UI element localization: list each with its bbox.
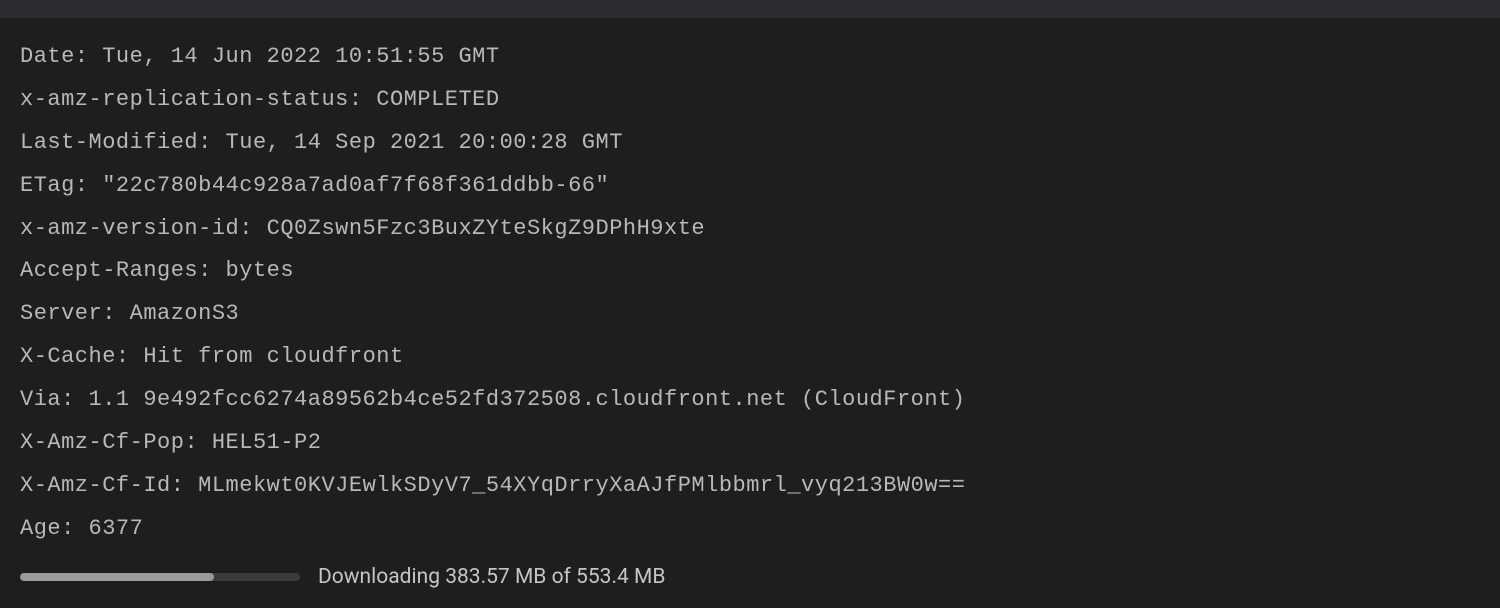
header-line: Date: Tue, 14 Jun 2022 10:51:55 GMT bbox=[20, 36, 1480, 79]
header-value: 6377 bbox=[89, 516, 144, 541]
window-titlebar bbox=[0, 0, 1500, 18]
header-value: bytes bbox=[226, 258, 295, 283]
header-value: "22c780b44c928a7ad0af7f68f361ddbb-66" bbox=[102, 173, 609, 198]
header-line: X-Amz-Cf-Id: MLmekwt0KVJEwlkSDyV7_54XYqD… bbox=[20, 465, 1480, 508]
header-value: Hit from cloudfront bbox=[143, 344, 403, 369]
header-key: Age bbox=[20, 516, 61, 541]
header-value: 1.1 9e492fcc6274a89562b4ce52fd372508.clo… bbox=[89, 387, 966, 412]
header-key: Last-Modified bbox=[20, 130, 198, 155]
header-value: HEL51-P2 bbox=[212, 430, 322, 455]
header-value: Tue, 14 Sep 2021 20:00:28 GMT bbox=[226, 130, 623, 155]
header-key: Via bbox=[20, 387, 61, 412]
header-value: COMPLETED bbox=[376, 87, 499, 112]
download-progress-row: Downloading 383.57 MB of 553.4 MB bbox=[20, 557, 1480, 598]
header-line: Server: AmazonS3 bbox=[20, 293, 1480, 336]
header-key: x-amz-version-id bbox=[20, 216, 239, 241]
header-line: x-amz-version-id: CQ0Zswn5Fzc3BuxZYteSkg… bbox=[20, 208, 1480, 251]
header-key: ETag bbox=[20, 173, 75, 198]
header-key: x-amz-replication-status bbox=[20, 87, 349, 112]
header-key: X-Cache bbox=[20, 344, 116, 369]
header-key: X-Amz-Cf-Pop bbox=[20, 430, 184, 455]
header-key: Date bbox=[20, 44, 75, 69]
header-value: CQ0Zswn5Fzc3BuxZYteSkgZ9DPhH9xte bbox=[267, 216, 705, 241]
progress-bar-fill bbox=[20, 573, 214, 581]
header-line: Via: 1.1 9e492fcc6274a89562b4ce52fd37250… bbox=[20, 379, 1480, 422]
header-value: AmazonS3 bbox=[130, 301, 240, 326]
header-key: X-Amz-Cf-Id bbox=[20, 473, 171, 498]
header-key: Accept-Ranges bbox=[20, 258, 198, 283]
header-key: Server bbox=[20, 301, 102, 326]
terminal-output: Date: Tue, 14 Jun 2022 10:51:55 GMTx-amz… bbox=[0, 18, 1500, 608]
header-line: ETag: "22c780b44c928a7ad0af7f68f361ddbb-… bbox=[20, 165, 1480, 208]
header-line: Last-Modified: Tue, 14 Sep 2021 20:00:28… bbox=[20, 122, 1480, 165]
header-value: Tue, 14 Jun 2022 10:51:55 GMT bbox=[102, 44, 499, 69]
header-value: MLmekwt0KVJEwlkSDyV7_54XYqDrryXaAJfPMlbb… bbox=[198, 473, 965, 498]
header-line: Accept-Ranges: bytes bbox=[20, 250, 1480, 293]
header-line: X-Amz-Cf-Pop: HEL51-P2 bbox=[20, 422, 1480, 465]
header-line: Age: 6377 bbox=[20, 508, 1480, 551]
progress-bar bbox=[20, 573, 300, 581]
header-line: X-Cache: Hit from cloudfront bbox=[20, 336, 1480, 379]
progress-text: Downloading 383.57 MB of 553.4 MB bbox=[318, 557, 665, 598]
header-line: x-amz-replication-status: COMPLETED bbox=[20, 79, 1480, 122]
http-headers: Date: Tue, 14 Jun 2022 10:51:55 GMTx-amz… bbox=[20, 36, 1480, 551]
